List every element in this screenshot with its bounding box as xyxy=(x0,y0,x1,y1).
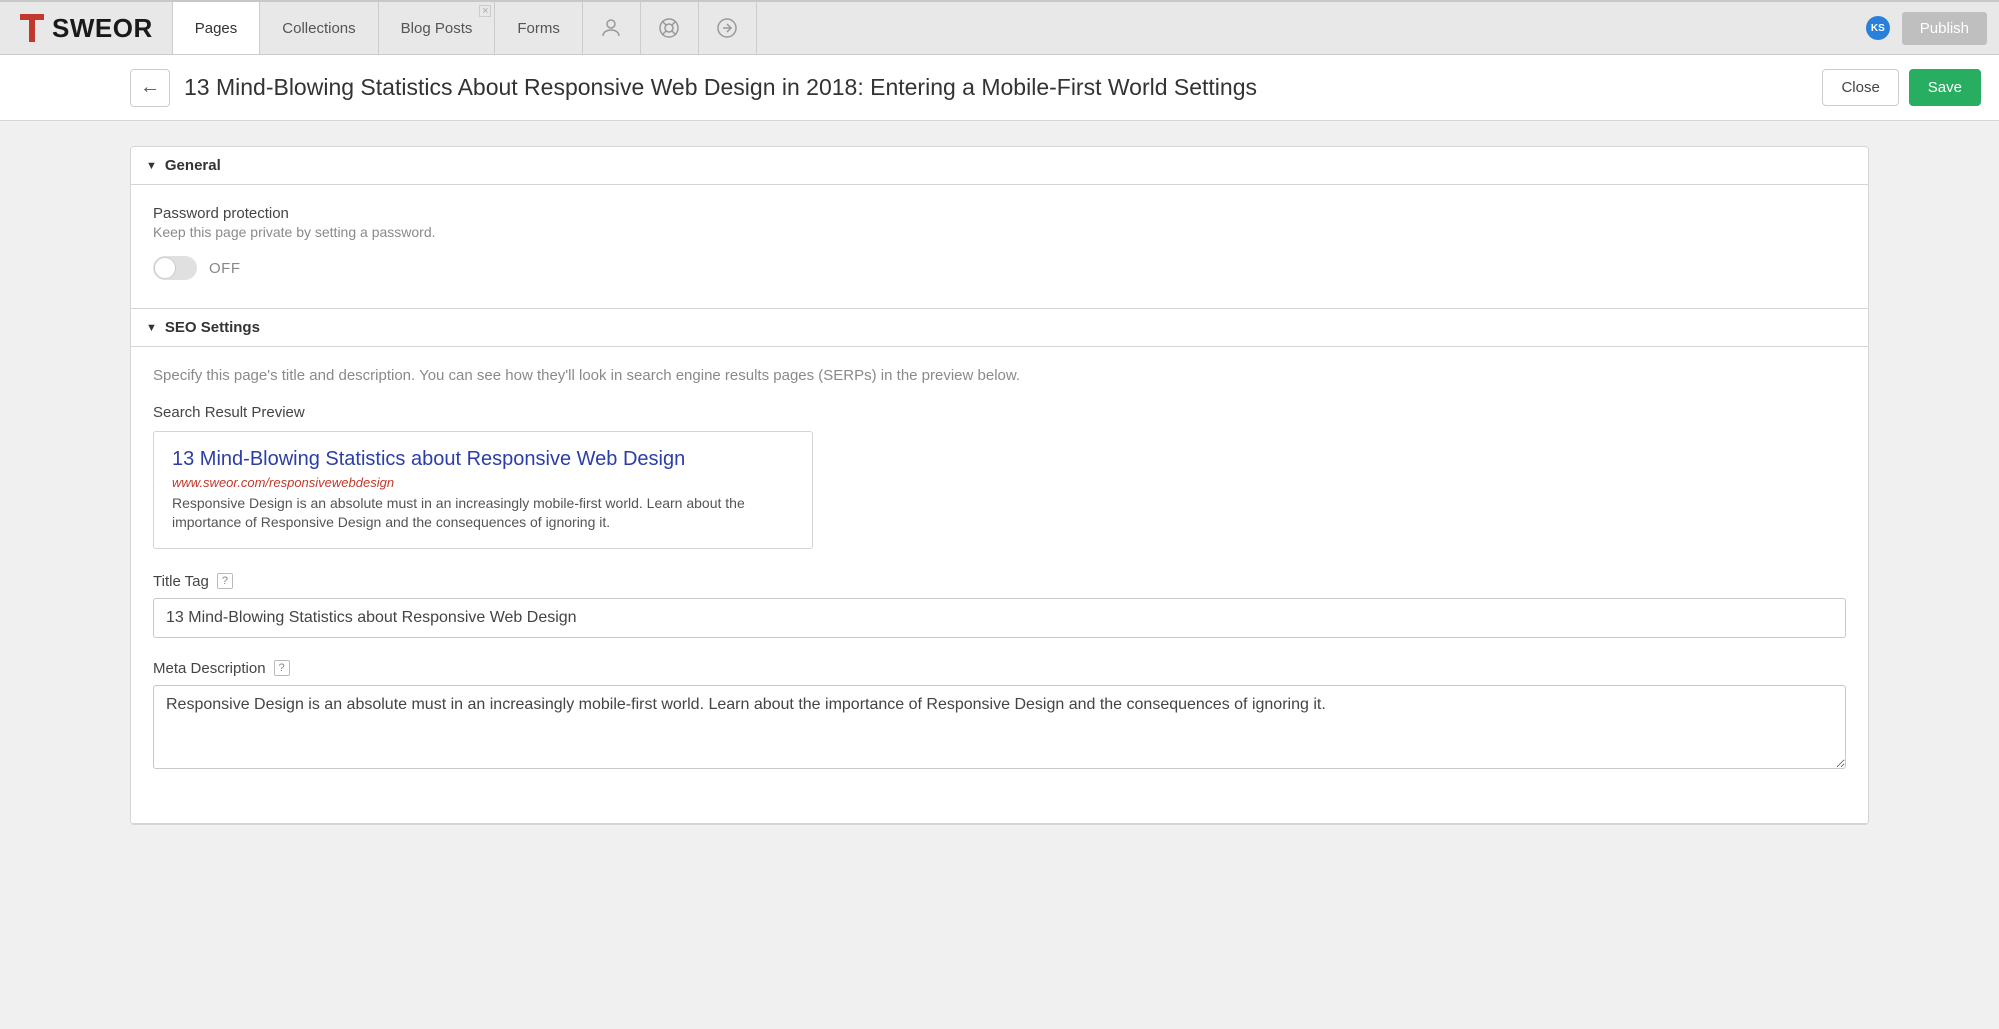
tab-label: Blog Posts xyxy=(401,20,473,37)
meta-description-label: Meta Description xyxy=(153,660,266,677)
avatar-initials: KS xyxy=(1871,23,1885,34)
back-button[interactable]: ← xyxy=(130,69,170,107)
meta-description-label-row: Meta Description ? xyxy=(153,660,1846,677)
content-area: ▼ General Password protection Keep this … xyxy=(0,121,1999,865)
lifebuoy-icon xyxy=(657,16,681,40)
tab-label: Pages xyxy=(195,20,238,37)
close-button[interactable]: Close xyxy=(1822,69,1898,106)
tab-label: Forms xyxy=(517,20,560,37)
close-icon[interactable]: × xyxy=(479,5,491,17)
user-icon xyxy=(599,16,623,40)
tab-pages[interactable]: Pages xyxy=(172,2,261,54)
avatar[interactable]: KS xyxy=(1866,16,1890,40)
toggle-state-label: OFF xyxy=(209,260,241,277)
serp-preview: 13 Mind-Blowing Statistics about Respons… xyxy=(153,431,813,549)
meta-description-field: Meta Description ? xyxy=(153,660,1846,773)
support-icon-button[interactable] xyxy=(641,2,699,54)
settings-panel: ▼ General Password protection Keep this … xyxy=(130,146,1869,825)
section-header-seo[interactable]: ▼ SEO Settings xyxy=(131,309,1868,347)
arrow-left-icon: ← xyxy=(140,76,160,99)
caret-down-icon: ▼ xyxy=(146,322,157,334)
top-bar: SWEOR Pages Collections Blog Posts × For… xyxy=(0,0,1999,55)
help-icon[interactable]: ? xyxy=(217,573,233,589)
password-toggle-row: OFF xyxy=(153,256,1846,280)
page-title: 13 Mind-Blowing Statistics About Respons… xyxy=(184,74,1812,101)
section-header-general[interactable]: ▼ General xyxy=(131,147,1868,185)
page-header-bar: ← 13 Mind-Blowing Statistics About Respo… xyxy=(0,55,1999,121)
help-icon[interactable]: ? xyxy=(274,660,290,676)
password-protection-desc: Keep this page private by setting a pass… xyxy=(153,224,1846,240)
logo-icon xyxy=(20,14,44,42)
serp-preview-label: Search Result Preview xyxy=(153,404,1846,421)
section-title: SEO Settings xyxy=(165,319,260,336)
main-tabs: Pages Collections Blog Posts × Forms xyxy=(173,2,583,54)
title-tag-label: Title Tag xyxy=(153,573,209,590)
serp-title: 13 Mind-Blowing Statistics about Respons… xyxy=(172,448,794,471)
password-protection-label: Password protection xyxy=(153,205,1846,222)
toggle-knob xyxy=(154,257,176,279)
serp-description: Responsive Design is an absolute must in… xyxy=(172,494,794,532)
tab-collections[interactable]: Collections xyxy=(259,2,378,54)
brand-logo[interactable]: SWEOR xyxy=(0,2,173,54)
publish-button[interactable]: Publish xyxy=(1902,12,1987,45)
title-tag-input[interactable] xyxy=(153,598,1846,638)
title-tag-label-row: Title Tag ? xyxy=(153,573,1846,590)
section-body-seo: Specify this page's title and descriptio… xyxy=(131,347,1868,824)
serp-url: www.sweor.com/responsivewebdesign xyxy=(172,475,794,490)
seo-help-text: Specify this page's title and descriptio… xyxy=(153,367,1846,384)
tab-blog-posts[interactable]: Blog Posts × xyxy=(378,2,496,54)
tab-forms[interactable]: Forms xyxy=(494,2,583,54)
top-right-controls: KS Publish xyxy=(1866,2,1999,54)
brand-text: SWEOR xyxy=(52,13,153,44)
password-toggle[interactable] xyxy=(153,256,197,280)
caret-down-icon: ▼ xyxy=(146,160,157,172)
title-tag-field: Title Tag ? xyxy=(153,573,1846,638)
share-icon xyxy=(715,16,739,40)
share-icon-button[interactable] xyxy=(699,2,757,54)
save-button[interactable]: Save xyxy=(1909,69,1981,106)
section-body-general: Password protection Keep this page priva… xyxy=(131,185,1868,309)
meta-description-textarea[interactable] xyxy=(153,685,1846,769)
section-title: General xyxy=(165,157,221,174)
user-icon-button[interactable] xyxy=(583,2,641,54)
tab-label: Collections xyxy=(282,20,355,37)
